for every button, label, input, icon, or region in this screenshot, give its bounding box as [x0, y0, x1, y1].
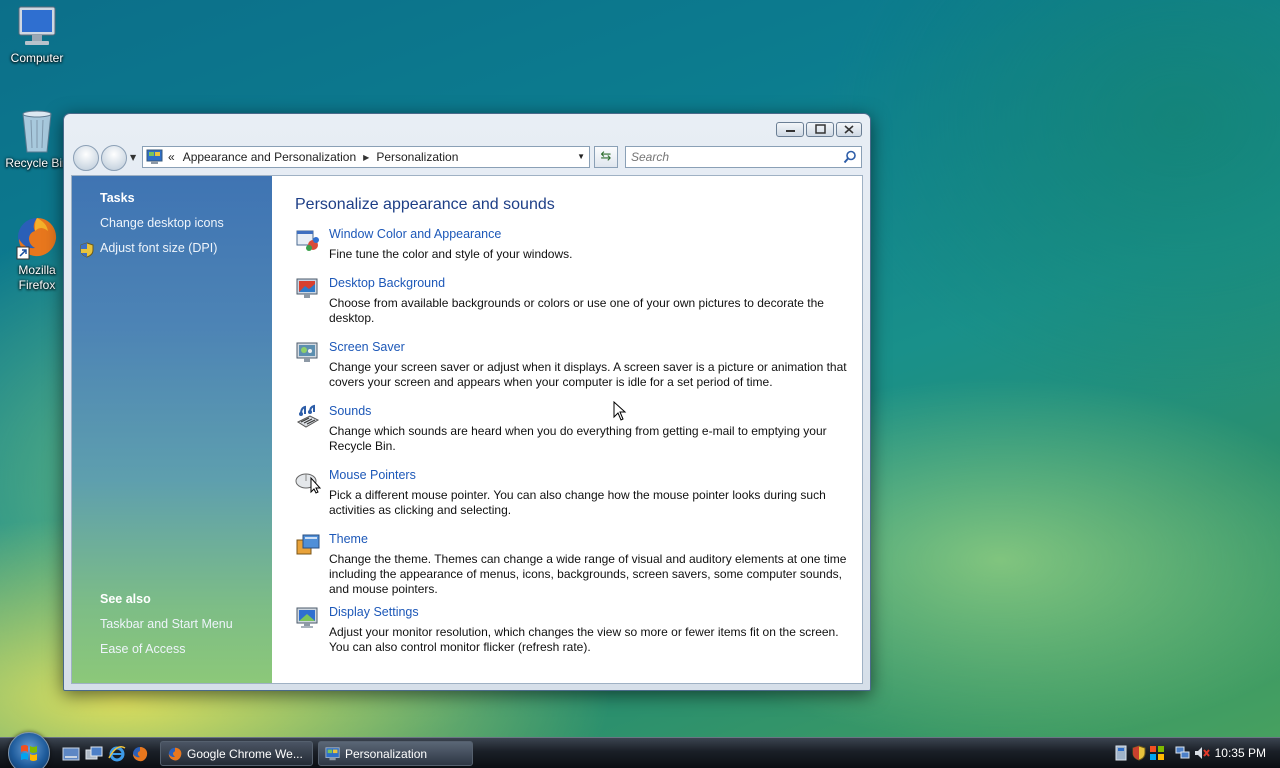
minimize-icon	[786, 130, 795, 132]
navigation-bar: ▼ « Appearance and Personalization ▶ Per…	[72, 145, 862, 171]
task-pane: Tasks Change desktop icons Adjust font s…	[72, 176, 272, 683]
address-bar[interactable]: « Appearance and Personalization ▶ Perso…	[142, 146, 590, 168]
taskbar-button-label: Personalization	[345, 746, 428, 761]
mouse-pointer-icon	[295, 473, 321, 494]
taskbar-button-chrome[interactable]: Google Chrome We...	[160, 741, 313, 766]
settings-item-display-settings: Display Settings Adjust your monitor res…	[295, 605, 850, 655]
tasks-heading: Tasks	[100, 191, 135, 205]
switch-windows-icon[interactable]	[85, 745, 103, 763]
forward-button[interactable]	[101, 145, 127, 171]
internet-explorer-icon[interactable]	[108, 745, 126, 763]
clock[interactable]: 10:35 PM	[1215, 746, 1266, 760]
sounds-icon	[296, 404, 320, 428]
theme-description: Change the theme. Themes can change a wi…	[329, 552, 847, 596]
back-button[interactable]	[73, 145, 99, 171]
mouse-cursor-icon	[613, 401, 627, 421]
desktop-icon-computer[interactable]: Computer	[1, 5, 73, 66]
computer-icon	[18, 6, 56, 45]
desktop-background-link[interactable]: Desktop Background	[329, 276, 850, 291]
search-icon[interactable]	[843, 150, 857, 164]
tray-app-icon[interactable]	[1114, 745, 1128, 761]
firefox-quicklaunch-icon[interactable]	[131, 745, 149, 763]
settings-item-theme: Theme Change the theme. Themes can chang…	[295, 532, 850, 597]
maximize-icon	[815, 124, 826, 134]
settings-item-sounds: Sounds Change which sounds are heard whe…	[295, 404, 850, 454]
settings-item-screen-saver: Screen Saver Change your screen saver or…	[295, 340, 850, 390]
settings-item-window-color: Window Color and Appearance Fine tune th…	[295, 227, 850, 262]
personalization-window: ▼ « Appearance and Personalization ▶ Per…	[63, 113, 871, 691]
sounds-description: Change which sounds are heard when you d…	[329, 424, 827, 453]
firefox-icon	[16, 218, 57, 260]
recent-pages-chevron-icon[interactable]: ▼	[130, 153, 136, 162]
show-desktop-icon[interactable]	[62, 745, 80, 763]
display-settings-icon	[296, 607, 318, 628]
security-center-icon[interactable]	[1149, 745, 1165, 761]
window-color-icon	[296, 230, 319, 251]
control-panel-icon	[146, 149, 163, 164]
mouse-pointers-description: Pick a different mouse pointer. You can …	[329, 488, 826, 517]
window-color-description: Fine tune the color and style of your wi…	[329, 247, 573, 261]
close-icon	[844, 125, 854, 134]
taskbar: Google Chrome We... Personalization 10:3…	[0, 732, 1280, 768]
sounds-link[interactable]: Sounds	[329, 404, 850, 419]
start-button[interactable]	[8, 732, 50, 768]
mouse-pointers-link[interactable]: Mouse Pointers	[329, 468, 850, 483]
see-also-heading: See also	[100, 592, 151, 606]
address-dropdown-icon[interactable]: ▼	[577, 152, 585, 161]
breadcrumb-appearance-and-personalization[interactable]: Appearance and Personalization	[179, 150, 360, 164]
display-settings-description: Adjust your monitor resolution, which ch…	[329, 625, 839, 654]
recycle-bin-icon	[22, 110, 52, 153]
window-color-link[interactable]: Window Color and Appearance	[329, 227, 850, 242]
task-link-adjust-font-size[interactable]: Adjust font size (DPI)	[100, 241, 217, 255]
taskbar-button-label: Google Chrome We...	[187, 746, 303, 761]
screen-saver-description: Change your screen saver or adjust when …	[329, 360, 847, 389]
main-content: Personalize appearance and sounds Window…	[295, 196, 850, 655]
task-link-change-desktop-icons[interactable]: Change desktop icons	[100, 216, 224, 230]
refresh-button[interactable]: ⇆	[594, 146, 618, 168]
desktop-background-description: Choose from available backgrounds or col…	[329, 296, 824, 325]
breadcrumb-separator-icon[interactable]: ▶	[360, 153, 372, 162]
search-input[interactable]	[626, 147, 836, 167]
address-overflow[interactable]: «	[164, 150, 179, 164]
uac-shield-icon	[80, 242, 94, 258]
close-button[interactable]	[836, 122, 862, 137]
network-icon[interactable]	[1175, 745, 1191, 761]
desktop-background-icon	[296, 278, 318, 298]
windows-logo-icon	[21, 745, 37, 761]
page-title: Personalize appearance and sounds	[295, 196, 555, 213]
volume-muted-icon[interactable]	[1194, 745, 1210, 761]
desktop-icon-label: Computer	[10, 51, 64, 65]
minimize-button[interactable]	[776, 122, 804, 137]
security-shield-icon[interactable]	[1132, 745, 1146, 761]
system-tray: 10:35 PM	[1108, 738, 1280, 768]
breadcrumb-personalization[interactable]: Personalization	[372, 150, 462, 164]
search-box[interactable]	[625, 146, 862, 168]
theme-icon	[296, 534, 320, 555]
firefox-task-icon	[168, 747, 182, 761]
screen-saver-icon	[296, 342, 318, 362]
settings-item-mouse-pointers: Mouse Pointers Pick a different mouse po…	[295, 468, 850, 518]
theme-link[interactable]: Theme	[329, 532, 850, 547]
refresh-icon: ⇆	[600, 149, 612, 164]
settings-item-desktop-background: Desktop Background Choose from available…	[295, 276, 850, 326]
screen-saver-link[interactable]: Screen Saver	[329, 340, 850, 355]
taskbar-button-personalization[interactable]: Personalization	[318, 741, 473, 766]
display-settings-link[interactable]: Display Settings	[329, 605, 850, 620]
window-client-area: Tasks Change desktop icons Adjust font s…	[71, 175, 863, 684]
window-controls	[776, 122, 862, 137]
see-also-link-ease-of-access[interactable]: Ease of Access	[100, 642, 185, 656]
maximize-button[interactable]	[806, 122, 834, 137]
see-also-link-taskbar-start-menu[interactable]: Taskbar and Start Menu	[100, 617, 233, 631]
control-panel-task-icon	[325, 747, 340, 761]
